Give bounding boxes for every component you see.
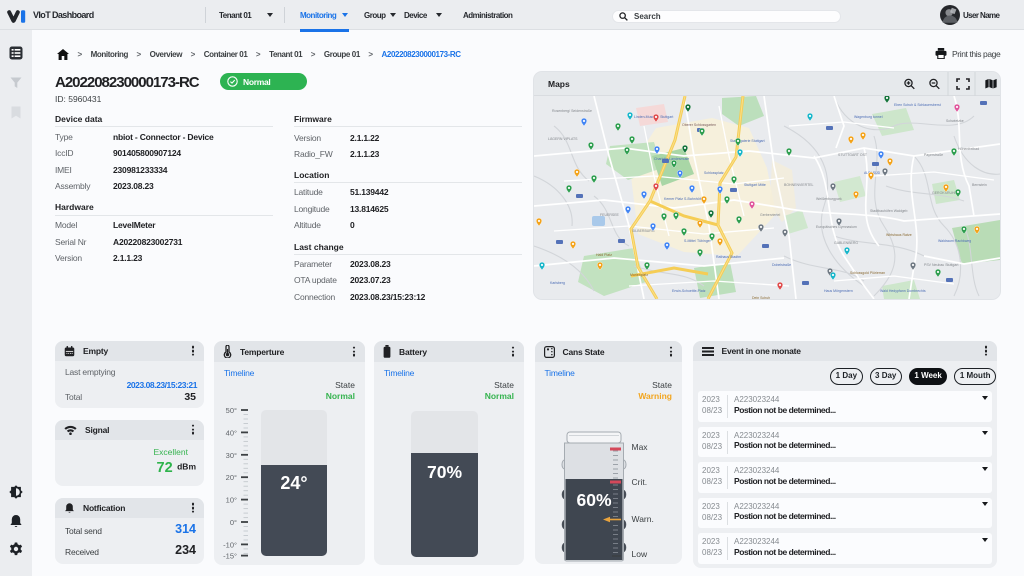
svg-text:Wirtshaus Ratze: Wirtshaus Ratze [886, 233, 912, 237]
svg-text:Weißenburgpark: Weißenburgpark [816, 197, 842, 201]
svg-text:Rathaus Stadtm: Rathaus Stadtm [716, 255, 741, 259]
svg-text:0°: 0° [230, 518, 237, 527]
svg-text:GEROKSRUHE: GEROKSRUHE [932, 191, 958, 195]
svg-text:BOHNENVIERTEL: BOHNENVIERTEL [784, 183, 814, 187]
svg-text:Wagenburg tunnel: Wagenburg tunnel [854, 115, 883, 119]
svg-text:Stadtbauhöfen Waldgeb: Stadtbauhöfen Waldgeb [870, 209, 907, 213]
svg-text:Kemer Platz S-Bahnhöfe: Kemer Platz S-Bahnhöfe [664, 197, 703, 201]
svg-text:Rosenberg/ Seidenstraße: Rosenberg/ Seidenstraße [552, 109, 592, 113]
svg-text:Hald Platz: Hald Platz [596, 253, 612, 257]
svg-text:PSV Neubau Stuttgart: PSV Neubau Stuttgart [924, 263, 958, 267]
svg-text:30°: 30° [226, 451, 237, 460]
svg-text:Dobelstraße: Dobelstraße [772, 263, 791, 267]
svg-text:Payerstraße: Payerstraße [924, 153, 943, 157]
svg-text:10°: 10° [226, 496, 237, 505]
svg-text:Eben Schuh & Schlauersberst: Eben Schuh & Schlauersberst [894, 103, 941, 107]
svg-text:-10°: -10° [223, 540, 237, 549]
svg-text:Schwietzke: Schwietzke [946, 119, 964, 123]
svg-text:50°: 50° [226, 406, 237, 415]
svg-text:GABLENBERG: GABLENBERG [834, 241, 858, 245]
svg-text:Karlsberg: Karlsberg [550, 281, 565, 285]
svg-text:LÄGERN VIPLATS: LÄGERN VIPLATS [548, 137, 578, 141]
svg-text:Wald Hedypfann Dombrechts: Wald Hedypfann Dombrechts [880, 289, 926, 293]
svg-text:STUTTGART OST: STUTTGART OST [838, 153, 868, 157]
svg-text:Waldraum Rachkweg: Waldraum Rachkweg [938, 239, 971, 243]
svg-text:FEUERSEE: FEUERSEE [600, 213, 620, 217]
svg-text:Marienplatz: Marienplatz [630, 273, 648, 277]
svg-text:40°: 40° [226, 428, 237, 437]
svg-text:Stuttgart Mitte: Stuttgart Mitte [744, 183, 766, 187]
svg-text:Dein Schuh: Dein Schuh [752, 296, 770, 299]
svg-text:Schlossplatz: Schlossplatz [704, 171, 724, 175]
svg-text:20°: 20° [226, 473, 237, 482]
svg-text:SILBERBURG: SILBERBURG [632, 229, 655, 233]
svg-text:Erwin-Schoettle-Platz: Erwin-Schoettle-Platz [672, 289, 706, 293]
svg-text:Höhenfreibad: Höhenfreibad [958, 147, 979, 151]
svg-text:S-Mitte/ Tübinger: S-Mitte/ Tübinger [684, 239, 712, 243]
svg-text:-15°: -15° [223, 552, 237, 560]
svg-text:Bernstein: Bernstein [972, 183, 987, 187]
svg-text:Gerberviertel: Gerberviertel [760, 213, 780, 217]
svg-text:Oberer Schlossgarten: Oberer Schlossgarten [682, 123, 716, 127]
svg-text:Schlossgold Plürierran: Schlossgold Plürierran [850, 271, 885, 275]
svg-text:Haus Mörgenstern: Haus Mörgenstern [824, 289, 853, 293]
svg-text:60%: 60% [576, 490, 611, 510]
svg-text:Charlotte Landesmuse: Charlotte Landesmuse [654, 157, 689, 161]
svg-text:Europäisches Gymnasium: Europäisches Gymnasium [816, 225, 857, 229]
